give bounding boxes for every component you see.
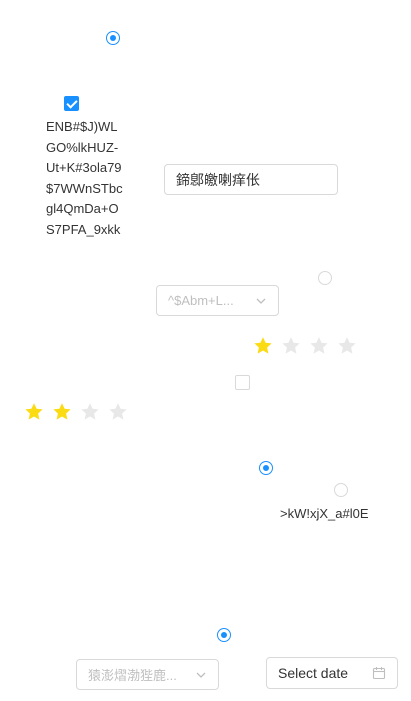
radio-4-label: >kW!xjX_a#l0E xyxy=(280,506,369,521)
calendar-icon xyxy=(372,667,386,680)
multiline-text: ENB#$J)WLGO%lkHUZ-Ut+K#3ola79$7WWnSTbcgl… xyxy=(46,119,123,237)
radio-button-3[interactable] xyxy=(259,461,273,475)
star-empty-icon[interactable] xyxy=(80,402,100,422)
star-rating-2[interactable] xyxy=(24,402,136,422)
star-empty-icon[interactable] xyxy=(108,402,128,422)
chevron-down-icon xyxy=(196,672,206,678)
checkmark-icon xyxy=(66,97,78,109)
star-rating-1[interactable] xyxy=(253,336,365,356)
radio-button-2[interactable] xyxy=(318,271,332,285)
star-empty-icon[interactable] xyxy=(309,336,329,356)
select-placeholder: ^$Abm+L... xyxy=(168,293,234,308)
checkbox-1[interactable] xyxy=(64,96,79,111)
text-input-value: 鍗鄎皦喇痒伥 xyxy=(176,171,260,188)
date-picker-placeholder: Select date xyxy=(278,665,349,681)
radio-button-4[interactable] xyxy=(334,483,348,497)
radio-button-5[interactable] xyxy=(217,628,231,642)
checkbox-2[interactable] xyxy=(235,375,250,390)
star-empty-icon[interactable] xyxy=(337,336,357,356)
star-filled-icon[interactable] xyxy=(52,402,72,422)
chevron-down-icon xyxy=(256,298,266,304)
select-placeholder: 猿澎熠渤狴鹿... xyxy=(88,668,177,683)
select-dropdown-2[interactable]: 猿澎熠渤狴鹿... xyxy=(76,659,219,690)
radio-button-1[interactable] xyxy=(106,31,120,45)
text-input[interactable]: 鍗鄎皦喇痒伥 xyxy=(164,164,338,195)
date-picker[interactable]: Select date xyxy=(266,657,398,689)
star-filled-icon[interactable] xyxy=(24,402,44,422)
select-dropdown-1[interactable]: ^$Abm+L... xyxy=(156,285,279,316)
star-filled-icon[interactable] xyxy=(253,336,273,356)
star-empty-icon[interactable] xyxy=(281,336,301,356)
